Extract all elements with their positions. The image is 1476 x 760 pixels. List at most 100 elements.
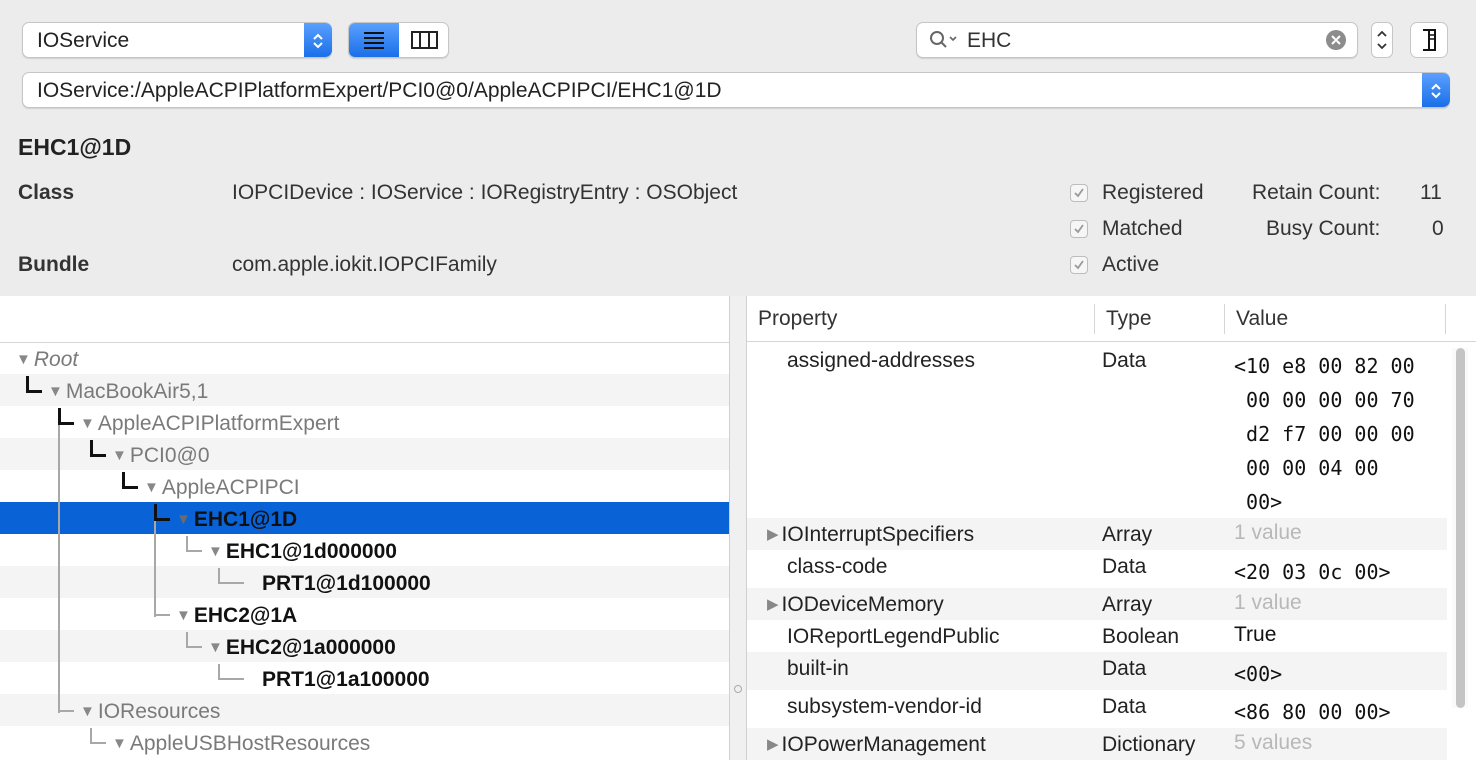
tree-connector xyxy=(154,614,170,616)
search-input[interactable]: EHC xyxy=(967,29,1011,53)
tree-node[interactable]: ▼ AppleACPIPCI xyxy=(144,476,300,500)
tree-node[interactable]: ▼ PCI0@0 xyxy=(112,444,210,468)
property-type: Boolean xyxy=(1102,625,1180,648)
disclosure-triangle-icon[interactable]: ▼ xyxy=(208,543,223,560)
disclosure-triangle-right-icon[interactable]: ▶ xyxy=(767,526,779,543)
checkmark-icon xyxy=(1074,188,1084,198)
column-view-icon xyxy=(411,31,438,49)
disclosure-triangle-icon[interactable]: ▼ xyxy=(16,351,31,368)
tree-connector xyxy=(90,742,106,744)
view-mode-segmented-control[interactable] xyxy=(348,22,449,58)
class-value: IOPCIDevice : IOService : IORegistryEntr… xyxy=(232,181,738,204)
search-stepper[interactable] xyxy=(1371,22,1393,58)
entry-title: EHC1@1D xyxy=(18,134,132,160)
tree-connector xyxy=(218,582,244,584)
disclosure-triangle-icon[interactable]: ▼ xyxy=(112,735,127,752)
tree-connector xyxy=(122,486,138,489)
property-name: assigned-addresses xyxy=(787,349,975,372)
chevron-updown-icon xyxy=(1377,30,1387,50)
property-type: Array xyxy=(1102,523,1153,546)
disclosure-triangle-icon[interactable]: ▼ xyxy=(80,703,95,720)
tree-row-selected[interactable] xyxy=(0,502,729,534)
tree-node[interactable]: ▼ AppleACPIPlatformExpert xyxy=(80,412,339,436)
clear-search-icon[interactable] xyxy=(1325,29,1347,51)
chevron-updown-icon xyxy=(1422,73,1450,107)
active-label: Active xyxy=(1102,253,1160,276)
active-checkbox xyxy=(1070,256,1088,274)
property-value: <20 03 0c 00> xyxy=(1234,560,1391,584)
tree-node[interactable]: PRT1@1a100000 xyxy=(262,668,430,692)
property-value: 1 value xyxy=(1234,591,1302,614)
tree-node[interactable]: ▼ MacBookAir5,1 xyxy=(48,380,208,404)
path-popup-label: IOService:/AppleACPIPlatformExpert/PCI0@… xyxy=(37,79,722,102)
property-name: IOReportLegendPublic xyxy=(787,625,1000,648)
disclosure-triangle-right-icon[interactable]: ▶ xyxy=(767,596,779,613)
type-column-header[interactable]: Type xyxy=(1095,296,1225,342)
bundle-label: Bundle xyxy=(18,253,90,276)
disclosure-triangle-icon[interactable]: ▼ xyxy=(176,511,191,528)
property-type: Dictionary xyxy=(1102,733,1196,756)
table-row[interactable] xyxy=(747,652,1447,690)
property-value: 5 values xyxy=(1234,731,1313,754)
pane-splitter[interactable] xyxy=(729,296,747,760)
property-name[interactable]: ▶ IOPowerManagement xyxy=(767,733,986,757)
tree-node[interactable]: ▼ EHC2@1a000000 xyxy=(208,636,396,660)
property-name[interactable]: ▶ IOInterruptSpecifiers xyxy=(767,523,974,547)
tree-node[interactable]: ▼ EHC2@1A xyxy=(176,604,297,628)
checkmark-icon xyxy=(1074,260,1084,270)
list-view-icon xyxy=(364,32,384,49)
column-view-button[interactable] xyxy=(400,23,448,57)
search-field[interactable]: EHC xyxy=(916,22,1358,58)
tree-connector xyxy=(154,518,170,521)
property-table[interactable]: Property Type Value assigned-addresses D… xyxy=(747,296,1476,760)
disclosure-triangle-right-icon[interactable]: ▶ xyxy=(767,736,779,753)
property-name[interactable]: ▶ IODeviceMemory xyxy=(767,593,944,617)
property-value: <86 80 00 00> xyxy=(1234,700,1391,724)
property-type: Data xyxy=(1102,555,1147,578)
busy-count-label: Busy Count: xyxy=(1266,217,1381,240)
registry-tree[interactable]: ▼ Root ▼ MacBookAir5,1 ▼ AppleACPIPlatformE… xyxy=(0,296,729,760)
disclosure-triangle-icon[interactable]: ▼ xyxy=(80,415,95,432)
tree-node-root[interactable]: ▼ Root xyxy=(16,348,78,372)
header-filler xyxy=(1446,296,1476,342)
splitter-handle-icon[interactable] xyxy=(734,685,742,693)
tree-row[interactable] xyxy=(0,598,729,630)
property-value: True xyxy=(1234,623,1277,646)
tree-row[interactable] xyxy=(0,438,729,470)
plane-popup[interactable]: IOService xyxy=(22,22,332,58)
property-name: class-code xyxy=(787,555,888,578)
tree-node[interactable]: ▼ AppleUSBHostResources xyxy=(112,732,370,756)
tree-connector xyxy=(186,550,202,552)
search-icon xyxy=(930,31,957,48)
property-value: 1 value xyxy=(1234,521,1302,544)
list-view-button[interactable] xyxy=(349,23,399,57)
property-type: Data xyxy=(1102,657,1147,680)
tree-connector xyxy=(58,408,60,713)
vertical-scrollbar[interactable] xyxy=(1452,348,1468,708)
disclosure-triangle-icon[interactable]: ▼ xyxy=(144,479,159,496)
tree-node-selected[interactable]: ▼ EHC1@1D xyxy=(176,508,297,532)
class-label: Class xyxy=(18,181,75,204)
matched-checkbox xyxy=(1070,220,1088,238)
tree-node[interactable]: ▼ EHC1@1d000000 xyxy=(208,540,397,564)
scrollbar-thumb[interactable] xyxy=(1456,348,1465,708)
property-column-header[interactable]: Property xyxy=(747,296,1095,342)
retain-count-value: 11 xyxy=(1420,181,1442,204)
value-column-header[interactable]: Value xyxy=(1225,296,1446,342)
checkmark-icon xyxy=(1074,224,1084,234)
property-name: subsystem-vendor-id xyxy=(787,695,982,718)
disclosure-triangle-icon[interactable]: ▼ xyxy=(208,639,223,656)
plane-popup-label: IOService xyxy=(37,29,130,52)
disclosure-triangle-icon[interactable]: ▼ xyxy=(112,447,127,464)
tree-row[interactable] xyxy=(0,470,729,502)
busy-count-value: 0 xyxy=(1432,217,1444,240)
tree-connector xyxy=(58,710,74,712)
disclosure-triangle-icon[interactable]: ▼ xyxy=(48,383,63,400)
property-name: built-in xyxy=(787,657,849,680)
tree-node[interactable]: PRT1@1d100000 xyxy=(262,572,431,596)
inspector-toggle-button[interactable] xyxy=(1410,22,1448,58)
tree-row[interactable] xyxy=(0,342,729,374)
disclosure-triangle-icon[interactable]: ▼ xyxy=(176,607,191,624)
tree-node[interactable]: ▼ IOResources xyxy=(80,700,220,724)
path-popup[interactable]: IOService:/AppleACPIPlatformExpert/PCI0@… xyxy=(22,72,1450,108)
